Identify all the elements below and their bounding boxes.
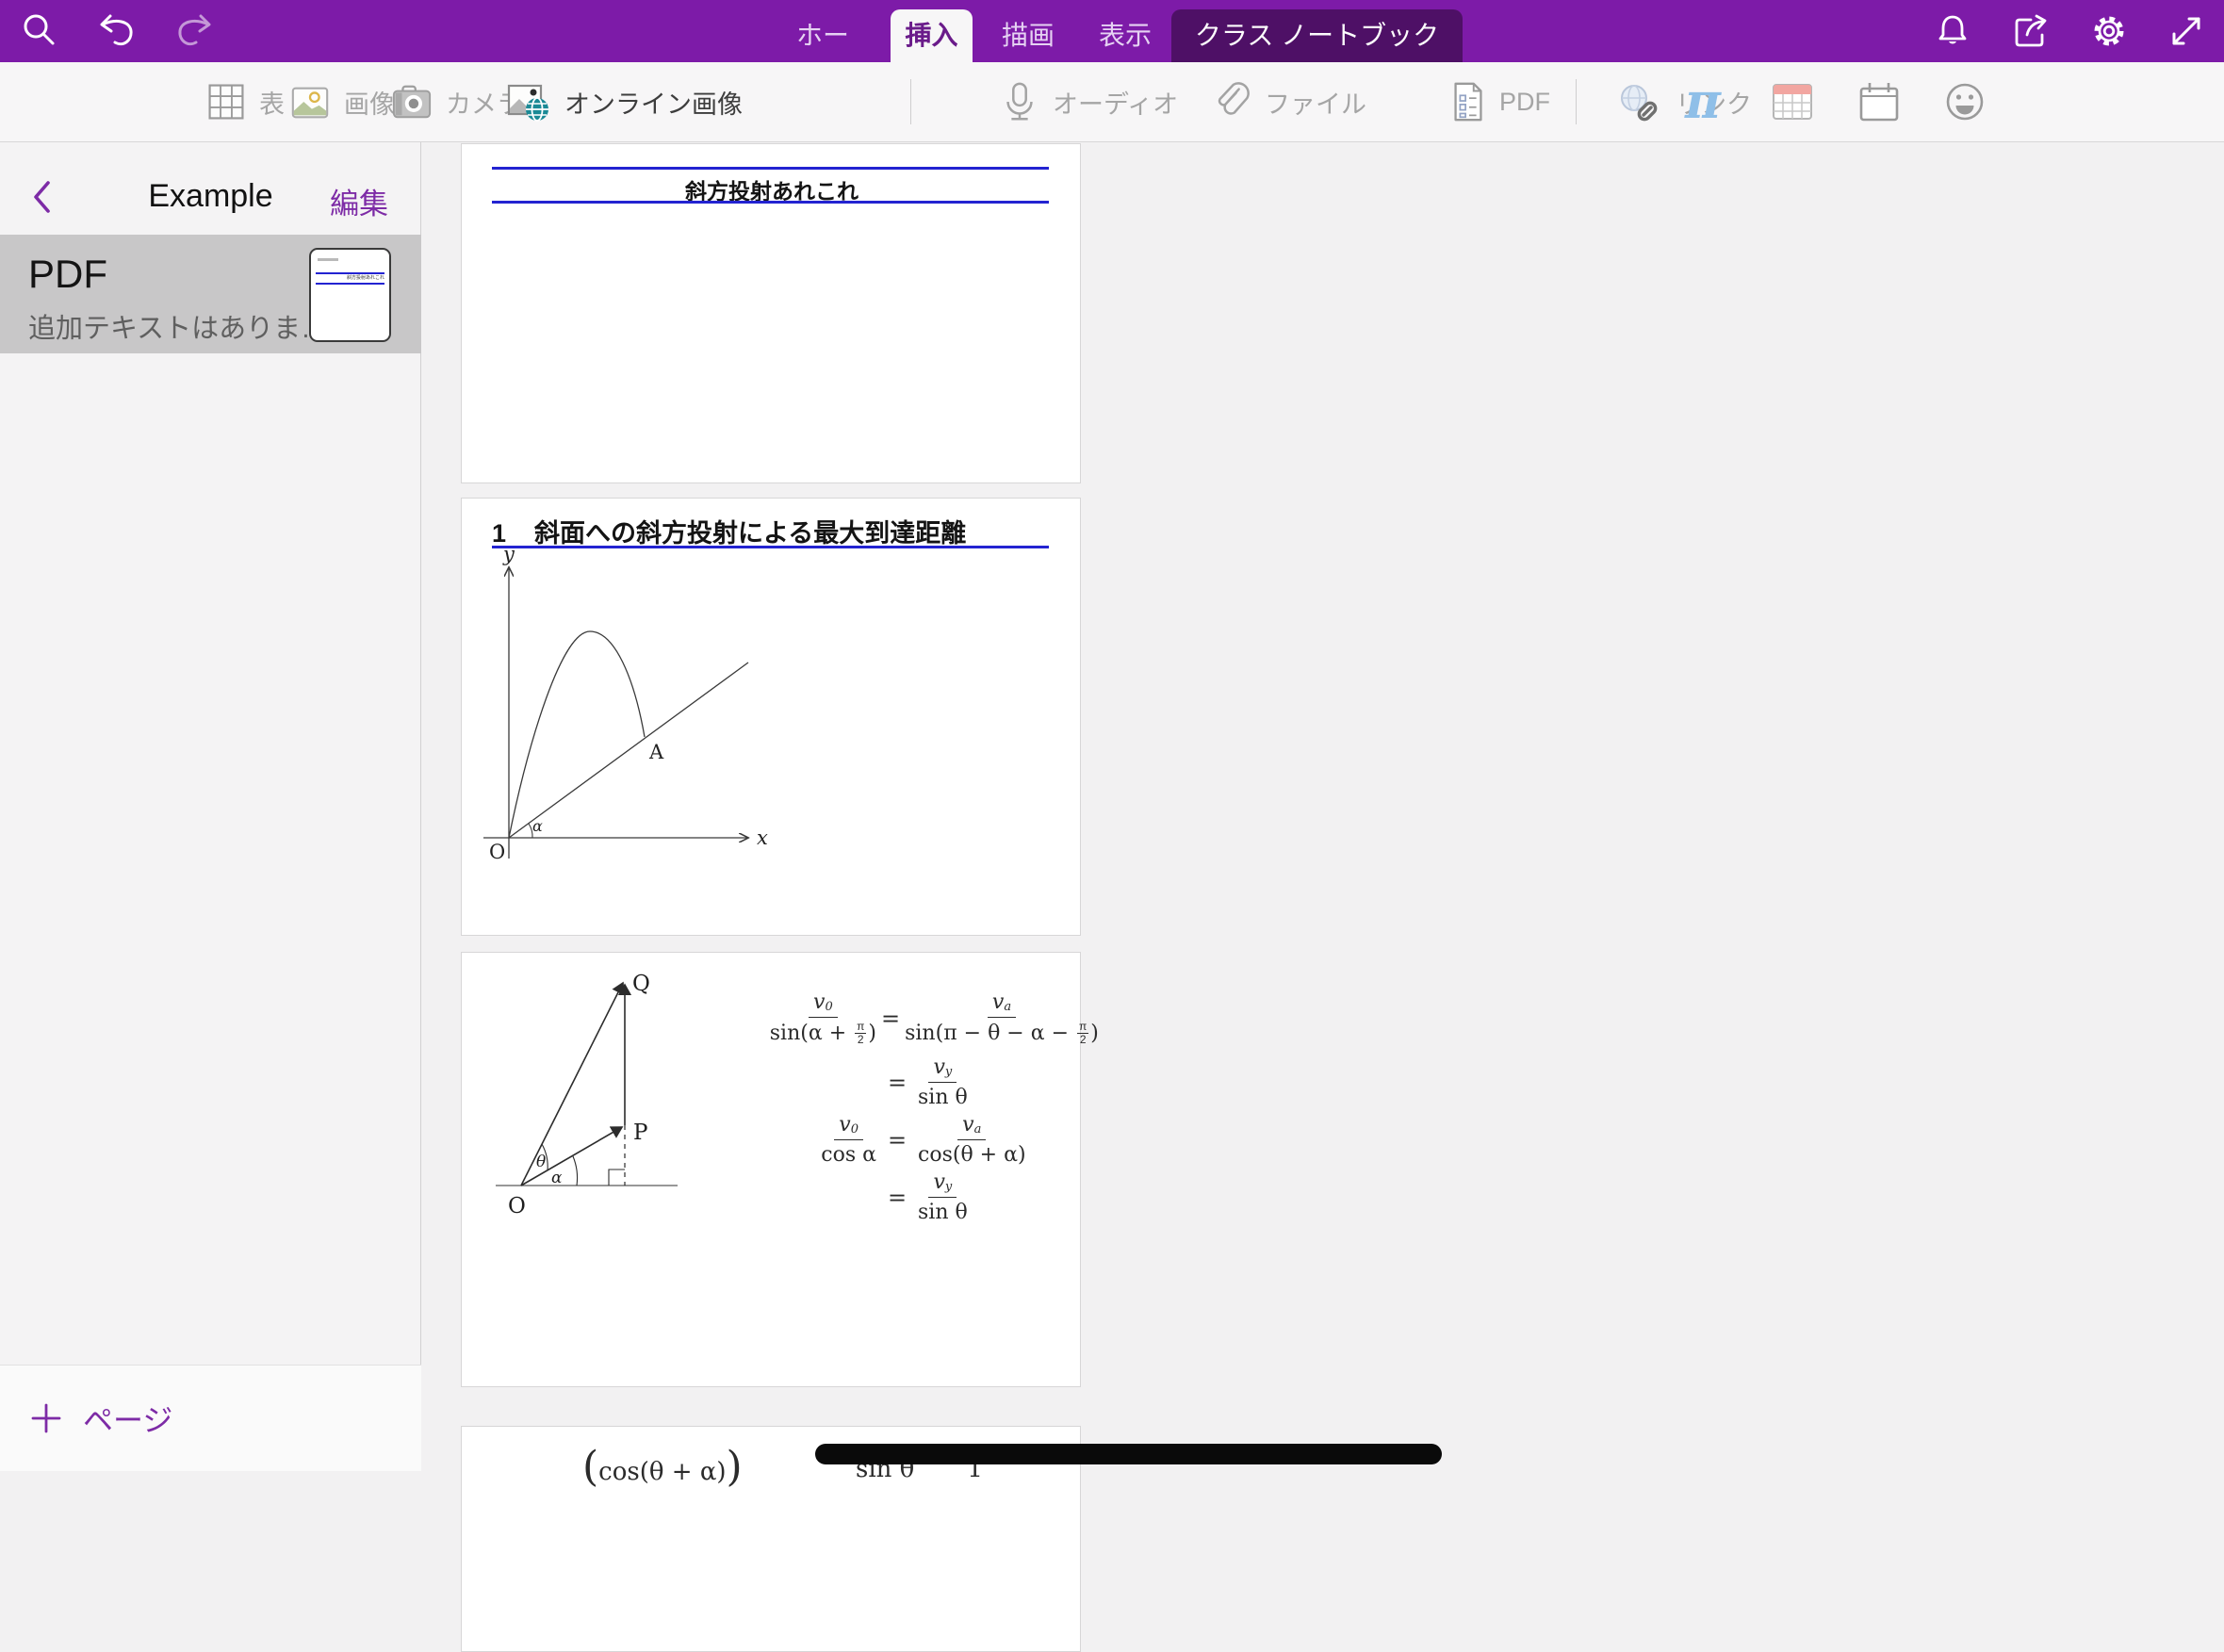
table-icon (205, 81, 247, 123)
title-rule-top (492, 167, 1049, 170)
partial-equation-left: ( cos(θ + α) ) (582, 1448, 743, 1486)
plus-icon (30, 1402, 62, 1434)
insert-meeting-details-button[interactable] (1856, 62, 1902, 141)
search-icon[interactable] (19, 10, 60, 52)
notifications-icon[interactable] (1932, 10, 1973, 52)
equation-row: v0 sin(α + π2) = va sin(π − θ − α − π2) (776, 990, 1087, 1046)
insert-pdf-label: PDF (1499, 88, 1550, 117)
graph-point-a-label: A (648, 741, 664, 763)
tab-insert[interactable]: 挿入 (891, 9, 973, 62)
note-block-vectors[interactable]: O Q P θ α v0 sin(α + π2) = va sin(π (461, 952, 1081, 1387)
insert-pdf-button[interactable]: PDF (1449, 62, 1550, 141)
add-page-label: ページ (83, 1397, 172, 1440)
insert-table-button[interactable]: 表 (205, 62, 285, 141)
equation-row: v0 cos α = va cos(θ + α) (776, 1113, 1087, 1167)
section-number: 1 (492, 519, 506, 548)
online-image-icon (505, 80, 552, 123)
insert-ribbon: 表 画像 カメラ オンライン画像 (0, 62, 2224, 142)
thumbnail-rule (316, 272, 384, 274)
page-list-item-selected[interactable]: PDF 追加テキストはありま… 斜方投射あれこれ (0, 235, 421, 353)
undo-icon[interactable] (96, 10, 138, 52)
triangle-alpha-label: α (551, 1169, 563, 1187)
insert-audio-button[interactable]: オーディオ (999, 62, 1178, 141)
tab-draw[interactable]: 描画 (992, 9, 1064, 62)
thumbnail-date-hint (318, 258, 338, 261)
camera-icon (390, 81, 433, 123)
note-block-title[interactable]: 斜方投射あれこれ (461, 143, 1081, 483)
equation-icon: π (1685, 81, 1721, 123)
page-thumbnail: 斜方投射あれこれ (309, 248, 391, 342)
image-icon (288, 81, 332, 123)
insert-camera-button[interactable]: カメラ (390, 62, 522, 141)
insert-audio-label: オーディオ (1053, 84, 1178, 121)
insert-image-label: 画像 (344, 84, 395, 121)
projectile-graph: y x O A α (472, 548, 868, 887)
fullscreen-icon[interactable] (2166, 10, 2207, 52)
tab-view[interactable]: 表示 (1089, 9, 1161, 62)
tab-class-notebook[interactable]: クラス ノートブック (1171, 9, 1463, 62)
insert-online-image-label: オンライン画像 (564, 84, 743, 121)
insert-file-button[interactable]: ファイル (1211, 62, 1366, 141)
top-app-bar: ホーム 挿入 描画 表示 クラス ノートブック (0, 0, 2224, 62)
velocity-triangle-figure: O Q P θ α (482, 962, 793, 1235)
thumbnail-rule (316, 283, 384, 285)
equation-row: = vy sin θ (776, 1055, 1087, 1109)
note-canvas[interactable]: 斜方投射あれこれ 1 斜面への斜方投射による最大到達距離 y x O A α (421, 142, 2224, 1471)
equation-row: = vy sin θ (776, 1170, 1087, 1224)
insert-emoji-button[interactable] (1943, 62, 1987, 141)
insert-equation-button[interactable]: π (1685, 62, 1721, 141)
insert-link-button[interactable]: リンク (1616, 62, 1752, 141)
thumbnail-title: 斜方投射あれこれ (316, 275, 384, 281)
insert-file-label: ファイル (1265, 84, 1366, 121)
add-page-button[interactable]: ページ (0, 1365, 421, 1471)
graph-x-label: x (757, 826, 768, 849)
link-icon (1616, 80, 1663, 123)
audio-icon (999, 80, 1040, 123)
insert-online-image-button[interactable]: オンライン画像 (505, 62, 743, 141)
page-title: PDF (28, 252, 107, 297)
insert-table-label: 表 (259, 84, 285, 121)
triangle-origin-label: O (508, 1194, 526, 1219)
section-heading-text: 斜面への斜方投射による最大到達距離 (534, 519, 966, 548)
redo-icon[interactable] (173, 10, 215, 52)
note-block-graph[interactable]: 1 斜面への斜方投射による最大到達距離 y x O A α (461, 498, 1081, 936)
emoji-icon (1943, 80, 1987, 123)
ribbon-divider (910, 79, 911, 124)
insert-spreadsheet-button[interactable] (1770, 62, 1815, 141)
spreadsheet-icon (1770, 81, 1815, 123)
graph-origin-label: O (489, 841, 505, 863)
graph-y-label: y (502, 548, 515, 565)
equation-block: v0 sin(α + π2) = va sin(π − θ − α − π2) … (776, 990, 1087, 1224)
insert-image-button[interactable]: 画像 (288, 62, 395, 141)
page-list-panel: Example 編集 PDF 追加テキストはありま… 斜方投射あれこれ ページ (0, 142, 421, 1471)
section-heading: 1 斜面への斜方投射による最大到達距離 (492, 513, 966, 549)
tab-home[interactable]: ホーム (784, 9, 861, 62)
page-subtitle: 追加テキストはありま… (28, 306, 328, 346)
edit-button[interactable]: 編集 (330, 180, 388, 222)
ribbon-divider (1576, 79, 1577, 124)
home-indicator-bar[interactable] (815, 1444, 1442, 1464)
share-icon[interactable] (2010, 10, 2052, 52)
triangle-p-label: P (633, 1120, 647, 1145)
triangle-theta-label: θ (536, 1153, 546, 1171)
title-rule-bottom (492, 201, 1049, 204)
graph-alpha-label: α (532, 817, 543, 835)
triangle-q-label: Q (632, 972, 650, 996)
settings-icon[interactable] (2088, 10, 2130, 52)
file-icon (1211, 80, 1252, 123)
calendar-icon (1856, 80, 1902, 123)
pdf-icon (1449, 80, 1487, 123)
